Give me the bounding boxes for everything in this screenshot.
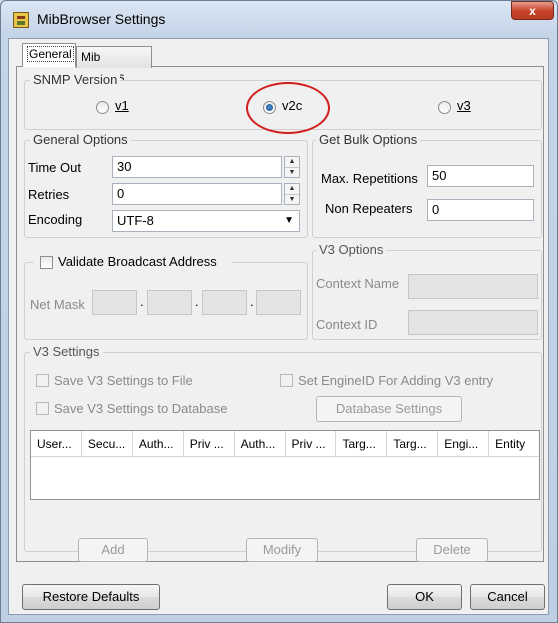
column-header[interactable]: Engi...: [438, 431, 490, 456]
net-mask-label: Net Mask: [30, 297, 85, 312]
timeout-spinner[interactable]: ▲ ▼: [284, 156, 300, 178]
net-mask-octet-3[interactable]: [202, 290, 247, 315]
radio-v3-label[interactable]: v3: [457, 98, 471, 113]
ok-button[interactable]: OK: [387, 584, 462, 610]
encoding-value: UTF-8: [117, 213, 154, 228]
column-header[interactable]: Secu...: [82, 431, 133, 456]
column-header[interactable]: User...: [31, 431, 82, 456]
dropdown-arrow-icon[interactable]: ▼: [284, 211, 294, 231]
column-header[interactable]: Priv ...: [286, 431, 337, 456]
radio-v1-label[interactable]: v1: [115, 98, 129, 113]
radio-v3[interactable]: [438, 101, 451, 114]
timeout-input[interactable]: 30: [112, 156, 282, 178]
spin-up-icon[interactable]: ▲: [285, 157, 299, 168]
retries-spinner[interactable]: ▲ ▼: [284, 183, 300, 205]
v1-text: v1: [115, 98, 129, 113]
column-header[interactable]: Auth...: [133, 431, 184, 456]
context-name-label: Context Name: [316, 276, 400, 291]
set-engineid-checkbox[interactable]: [280, 374, 293, 387]
context-id-label: Context ID: [316, 317, 378, 332]
net-mask-dot: .: [250, 294, 254, 309]
app-icon: [13, 12, 29, 28]
database-settings-button[interactable]: Database Settings: [316, 396, 462, 422]
table-header: User... Secu... Auth... Priv ... Auth...…: [31, 431, 539, 457]
retries-input[interactable]: 0: [112, 183, 282, 205]
v3-settings-legend: V3 Settings: [30, 344, 103, 359]
net-mask-octet-4[interactable]: [256, 290, 301, 315]
get-bulk-legend: Get Bulk Options: [316, 132, 421, 147]
max-repetitions-input[interactable]: 50: [427, 165, 534, 187]
net-mask-octet-1[interactable]: [92, 290, 137, 315]
net-mask-octet-2[interactable]: [147, 290, 192, 315]
restore-defaults-button[interactable]: Restore Defaults: [22, 584, 160, 610]
retries-label: Retries: [28, 187, 70, 202]
v3-text: v3: [457, 98, 471, 113]
context-id-input[interactable]: [408, 310, 538, 335]
v3-options-legend: V3 Options: [316, 242, 387, 257]
tab-mib-settings[interactable]: Mib Settings: [76, 46, 152, 84]
timeout-label: Time Out: [28, 160, 81, 175]
validate-broadcast-label[interactable]: Validate Broadcast Address: [58, 254, 217, 269]
delete-button[interactable]: Delete: [416, 538, 488, 562]
save-v3-db-label[interactable]: Save V3 Settings to Database: [54, 401, 227, 416]
set-engineid-label[interactable]: Set EngineID For Adding V3 entry: [298, 373, 493, 388]
validate-broadcast-checkbox[interactable]: [40, 256, 53, 269]
column-header[interactable]: Targ...: [387, 431, 439, 456]
title-bar[interactable]: MibBrowser Settings x: [0, 0, 558, 40]
non-repeaters-input[interactable]: 0: [427, 199, 534, 221]
modify-button[interactable]: Modify: [246, 538, 318, 562]
general-options-legend: General Options: [30, 132, 131, 147]
max-repetitions-label: Max. Repetitions: [321, 171, 418, 186]
get-bulk-options-group: Get Bulk Options: [312, 132, 542, 238]
column-header[interactable]: Entity: [489, 431, 539, 456]
encoding-label: Encoding: [28, 212, 83, 227]
snmp-version-legend: SNMP Version: [30, 72, 121, 87]
cancel-button[interactable]: Cancel: [470, 584, 545, 610]
tab-general-label: General: [27, 46, 74, 62]
encoding-select[interactable]: UTF-8 ▼: [112, 210, 300, 232]
spin-down-icon[interactable]: ▼: [285, 195, 299, 205]
tab-general[interactable]: General: [22, 43, 76, 67]
radio-v1[interactable]: [96, 101, 109, 114]
save-v3-file-label[interactable]: Save V3 Settings to File: [54, 373, 193, 388]
column-header[interactable]: Priv ...: [184, 431, 235, 456]
net-mask-dot: .: [195, 294, 199, 309]
save-v3-file-checkbox[interactable]: [36, 374, 49, 387]
context-name-input[interactable]: [408, 274, 538, 299]
save-v3-db-checkbox[interactable]: [36, 402, 49, 415]
column-header[interactable]: Targ...: [336, 431, 388, 456]
net-mask-dot: .: [140, 294, 144, 309]
v3-users-table[interactable]: User... Secu... Auth... Priv ... Auth...…: [30, 430, 540, 500]
spin-down-icon[interactable]: ▼: [285, 168, 299, 178]
window-title: MibBrowser Settings: [37, 11, 166, 27]
column-header[interactable]: Auth...: [235, 431, 286, 456]
spin-up-icon[interactable]: ▲: [285, 184, 299, 195]
non-repeaters-label: Non Repeaters: [325, 201, 413, 216]
highlight-circle: [246, 82, 330, 134]
close-button[interactable]: x: [511, 1, 554, 20]
add-button[interactable]: Add: [78, 538, 148, 562]
